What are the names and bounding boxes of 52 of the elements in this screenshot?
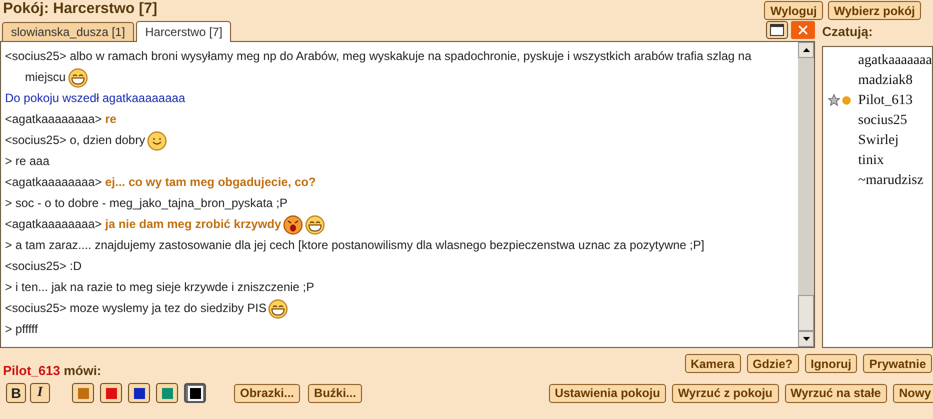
close-icon (798, 25, 808, 35)
status-dot-icon (842, 96, 852, 104)
scrollbar[interactable] (798, 42, 814, 347)
chat-message: <socius25> :D (5, 258, 82, 275)
maximize-button[interactable] (766, 21, 788, 39)
italic-button[interactable]: I (30, 383, 50, 403)
chat-message: > i ten... jak na razie to meg sieje krzywde i zniszczenie ;P (5, 279, 316, 296)
color-swatch-button[interactable] (128, 383, 150, 403)
down-arrow-icon (802, 337, 810, 341)
chat-message: > re aaa (5, 153, 50, 170)
user-name[interactable]: Pilot_613 (858, 90, 913, 110)
users-heading: Czatują: (822, 23, 874, 41)
chat-message: <socius25> albo w ramach broni wysyłamy meg np do Arabów, meg wyskakuje na spadochronie, pyskuje i wszystkich arabów trafia szlag na miejscu (5, 46, 758, 88)
user-action-button[interactable]: Gdzie? (746, 354, 799, 373)
chat-message: <agatkaaaaaaaa> ej... co wy tam meg obgadujecie, co? (5, 174, 316, 191)
room-action-button[interactable]: Wyrzuć z pokoju (672, 384, 778, 402)
chat-message: <socius25> o, dzien dobry (5, 132, 146, 149)
user-action-button[interactable]: Prywatnie (863, 354, 932, 373)
window-icon (770, 24, 784, 36)
user-action-button[interactable]: Kamera (684, 354, 741, 373)
top-button[interactable]: Wyloguj (764, 1, 823, 20)
up-arrow-icon (802, 48, 810, 52)
color-swatch-button[interactable] (156, 383, 178, 403)
chat-message: > a tam zaraz.... znajdujemy zastosowanie dla jej cech [ktore postanowilismy dla wlasnego bezpieczenstwa uznac za pozytywne ;P] (5, 237, 706, 254)
chat-message: <agatkaaaaaaaa> re (5, 111, 116, 128)
user-action-button[interactable]: Ignoruj (804, 354, 858, 373)
bold-button[interactable]: B (6, 383, 26, 403)
chat-message: <agatkaaaaaaaa> ja nie dam meg zrobić krzywdy (5, 216, 282, 233)
chat-message: > pfffff (5, 321, 39, 338)
color-swatch-button[interactable] (184, 383, 206, 403)
room-tab[interactable]: Harcerstwo [7] (136, 21, 232, 42)
top-button[interactable]: Wybierz pokój (828, 1, 921, 20)
insert-button[interactable]: Obrazki... (234, 384, 300, 402)
user-name[interactable]: socius25 (858, 110, 908, 130)
user-name[interactable]: tinix (858, 150, 884, 170)
speaker-label: Pilot_613 mówi: (3, 362, 102, 380)
chat-message: > soc - o to dobre - meg_jako_tajna_bron_pyskata ;P (5, 195, 289, 212)
color-swatch-button[interactable] (100, 383, 122, 403)
room-action-button[interactable]: Ustawienia pokoju (548, 384, 666, 402)
insert-button[interactable]: Buźki... (308, 384, 362, 402)
room-action-button[interactable]: Wyrzuć na stałe (784, 384, 887, 402)
room-title: Pokój: Harcerstwo [7] (2, 0, 158, 18)
scrollbar-thumb[interactable] (798, 295, 814, 331)
system-message: Do pokoju wszedł agatkaaaaaaaa (5, 90, 186, 107)
user-name[interactable]: madziak8 (858, 70, 913, 90)
user-name[interactable]: Swirlej (858, 130, 899, 150)
user-name[interactable]: ~marudzisz (858, 170, 924, 190)
color-swatch-button[interactable] (72, 383, 94, 403)
chat-message: <socius25> moze wyslemy ja tez do siedziby PIS (5, 300, 266, 317)
room-action-button[interactable]: Nowy (892, 384, 933, 402)
user-name[interactable]: agatkaaaaaaa (858, 50, 932, 70)
room-tab[interactable]: slowianska_dusza [1] (2, 22, 134, 41)
